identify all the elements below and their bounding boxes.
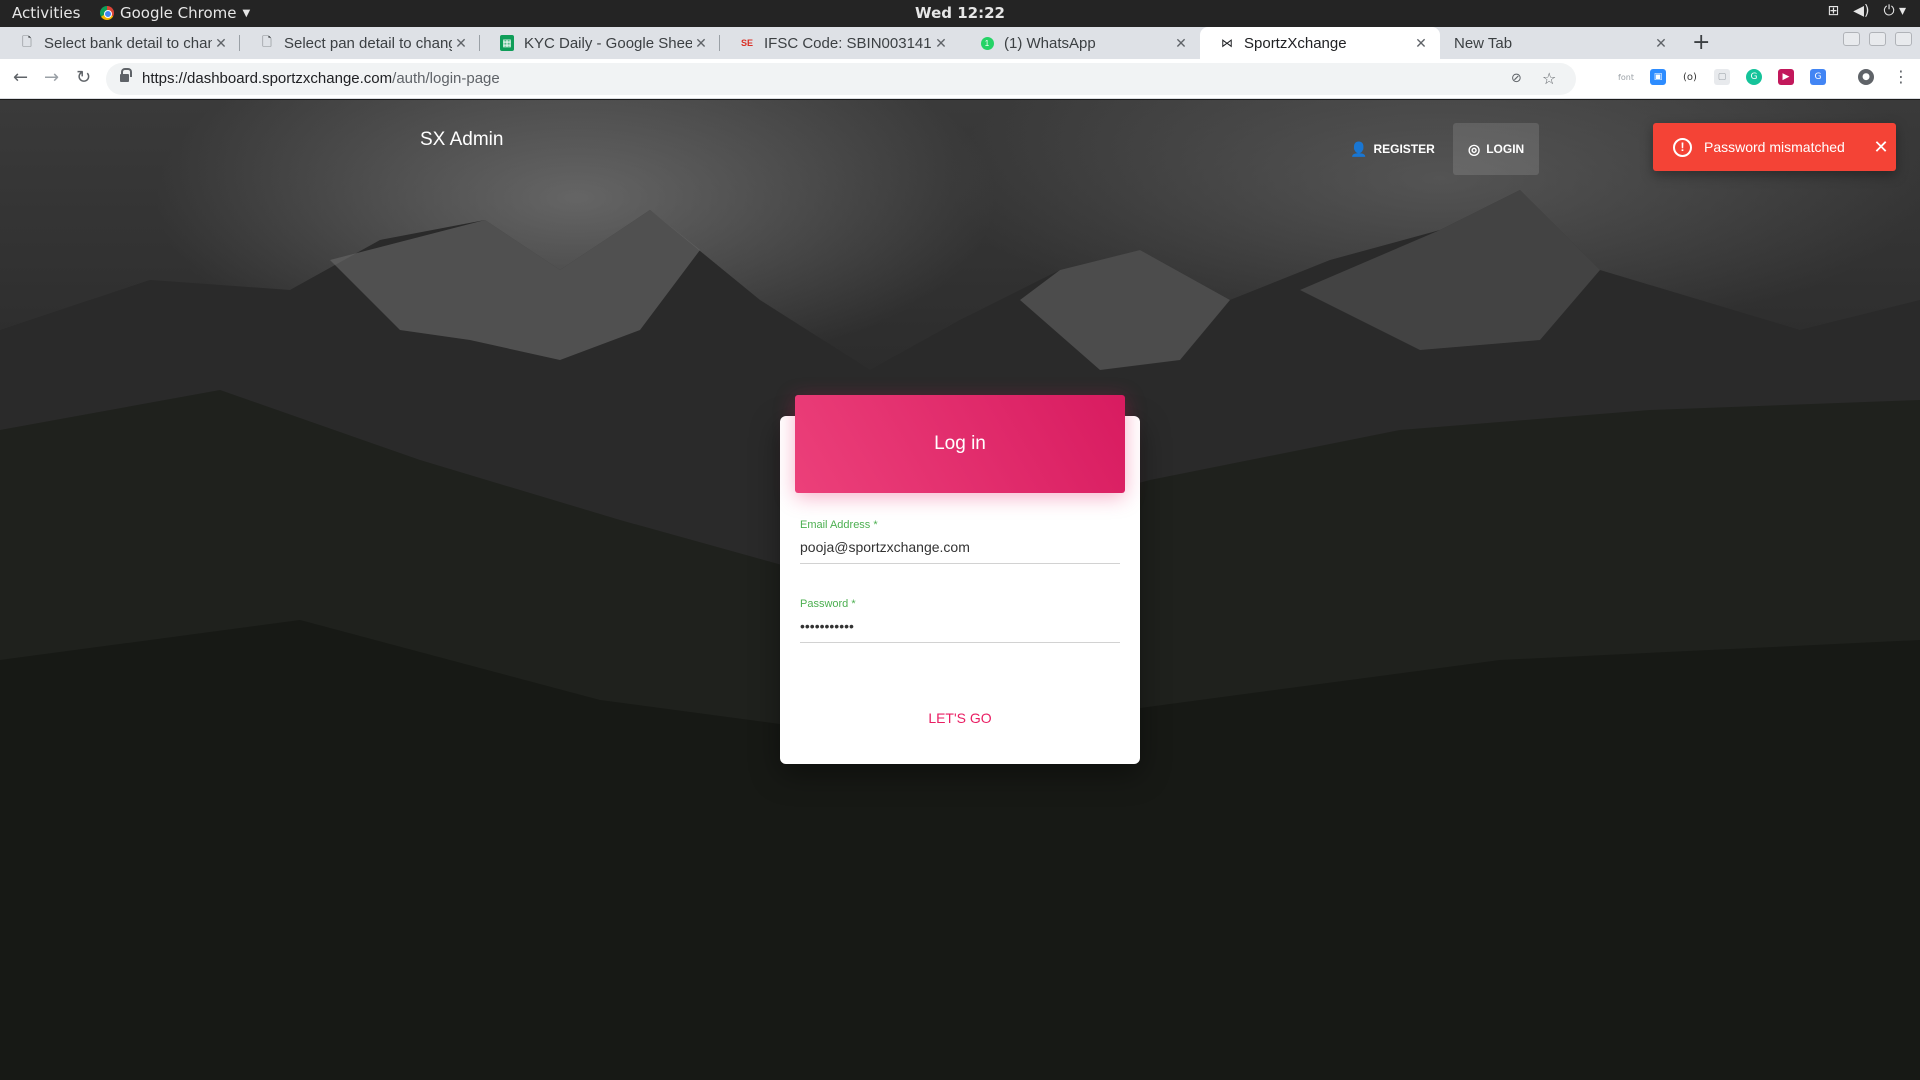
minimize-window-button[interactable] [1843,32,1860,46]
password-label: Password * [800,598,856,610]
reload-icon[interactable]: ↻ [76,67,91,88]
app-menu-label: Google Chrome [120,4,237,22]
power-icon: ⏻ ▾ [1883,3,1906,19]
chrome-icon [100,6,114,20]
close-tab-icon[interactable]: ✕ [1412,35,1430,52]
bookmark-extension-icon[interactable]: ▶ [1778,69,1794,85]
activities-button[interactable]: Activities [12,4,80,22]
url-text[interactable]: https://dashboard.sportzxchange.com/auth… [142,70,500,87]
lets-go-button[interactable]: LET'S GO [780,710,1140,726]
login-card-header: Log in [795,395,1125,493]
url-base: https://dashboard.sportzxchange.com [142,70,393,87]
volume-icon: ◀) [1853,3,1870,19]
browser-toolbar: ← → ↻ https://dashboard.sportzxchange.co… [0,59,1920,99]
lock-icon [120,68,132,83]
close-notification-icon[interactable]: ✕ [1866,137,1896,158]
password-field[interactable]: Password * ••••••••••• [800,598,1120,643]
tab-ifsc-code[interactable]: SE IFSC Code: SBIN0031417, I ✕ [720,27,960,59]
login-card-title: Log in [934,433,986,454]
app-menu[interactable]: Google Chrome ▼ [100,4,250,22]
close-window-button[interactable] [1895,32,1912,46]
blank-extension-icon[interactable]: ▢ [1714,69,1730,85]
register-link[interactable]: 👤 REGISTER [1335,123,1450,175]
tab-strip: 🗋 Select bank detail to chan ✕ 🗋 Select … [0,27,1920,59]
maximize-window-button[interactable] [1869,32,1886,46]
close-tab-icon[interactable]: ✕ [452,35,470,52]
page-icon: 🗋 [262,34,272,49]
close-tab-icon[interactable]: ✕ [212,35,230,52]
address-bar[interactable]: https://dashboard.sportzxchange.com/auth… [106,63,1576,95]
network-icon: ⊞ [1827,3,1840,19]
tab-title: Select pan detail to chang [284,34,452,52]
bookmark-star-icon[interactable]: ☆ [1542,69,1556,88]
page-icon: 🗋 [22,34,32,49]
grammarly-icon[interactable]: G [1746,69,1762,85]
password-underline [800,642,1120,643]
login-label: LOGIN [1486,142,1525,156]
tab-title: Select bank detail to chan [44,34,212,52]
tab-title: (1) WhatsApp [1004,34,1096,52]
font-extension-icon[interactable]: font [1618,69,1634,85]
translate-extension-icon[interactable]: G [1810,69,1826,85]
system-tray[interactable]: ⊞ ◀) ⏻ ▾ [1827,3,1906,19]
new-tab-button[interactable]: + [1692,30,1710,55]
error-notification: ! Password mismatched ✕ [1653,123,1896,171]
sheets-icon: ▦ [500,35,514,51]
sportzxchange-icon: ⋈ [1221,36,1233,50]
tab-pan-detail[interactable]: 🗋 Select pan detail to chang ✕ [240,27,480,59]
profile-avatar-icon[interactable]: ● [1858,69,1874,85]
more-menu-icon[interactable]: ⋮ [1893,67,1909,86]
chevron-down-icon: ▼ [242,7,251,19]
tab-sportzxchange[interactable]: ⋈ SportzXchange ✕ [1200,27,1440,59]
tab-title: New Tab [1454,34,1513,52]
tab-title: KYC Daily - Google Sheets [524,34,692,52]
forward-icon[interactable]: → [44,67,59,88]
tab-bank-detail[interactable]: 🗋 Select bank detail to chan ✕ [0,27,240,59]
email-input[interactable]: pooja@sportzxchange.com [800,539,1120,561]
login-page: SX Admin 👤 REGISTER ◎ LOGIN ! Password m… [0,100,1920,1080]
email-label: Email Address * [800,519,878,531]
brand-title[interactable]: SX Admin [420,129,503,151]
email-field[interactable]: Email Address * pooja@sportzxchange.com [800,519,1120,564]
system-top-bar: Activities Google Chrome ▼ Wed 12:22 ⊞ ◀… [0,0,1920,27]
tab-whatsapp[interactable]: 1 (1) WhatsApp ✕ [960,27,1200,59]
person-add-icon: 👤 [1350,140,1368,157]
clock[interactable]: Wed 12:22 [915,4,1005,22]
radio-extension-icon[interactable]: (o) [1682,69,1698,85]
ifsc-icon: SE [740,38,753,48]
register-label: REGISTER [1373,142,1435,156]
tab-kyc-daily[interactable]: ▦ KYC Daily - Google Sheets ✕ [480,27,720,59]
login-link[interactable]: ◎ LOGIN [1453,123,1540,175]
close-tab-icon[interactable]: ✕ [932,35,950,52]
tab-title: SportzXchange [1244,34,1347,52]
close-tab-icon[interactable]: ✕ [1652,35,1670,52]
fingerprint-icon: ◎ [1468,140,1481,157]
translate-blocked-icon[interactable]: ⊘ [1511,71,1522,86]
back-icon[interactable]: ← [13,67,28,88]
email-underline [800,563,1120,564]
alert-icon: ! [1673,137,1692,157]
whatsapp-icon: 1 [980,35,994,51]
password-input[interactable]: ••••••••••• [800,618,1120,640]
zoom-extension-icon[interactable]: ▣ [1650,69,1666,85]
error-message: Password mismatched [1704,139,1845,155]
tab-title: IFSC Code: SBIN0031417, I [764,34,932,52]
close-tab-icon[interactable]: ✕ [1172,35,1190,52]
tab-new-tab[interactable]: New Tab ✕ [1440,27,1680,59]
login-card: Log in Email Address * pooja@sportzxchan… [780,395,1140,764]
url-path: /auth/login-page [392,70,500,87]
close-tab-icon[interactable]: ✕ [692,35,710,52]
